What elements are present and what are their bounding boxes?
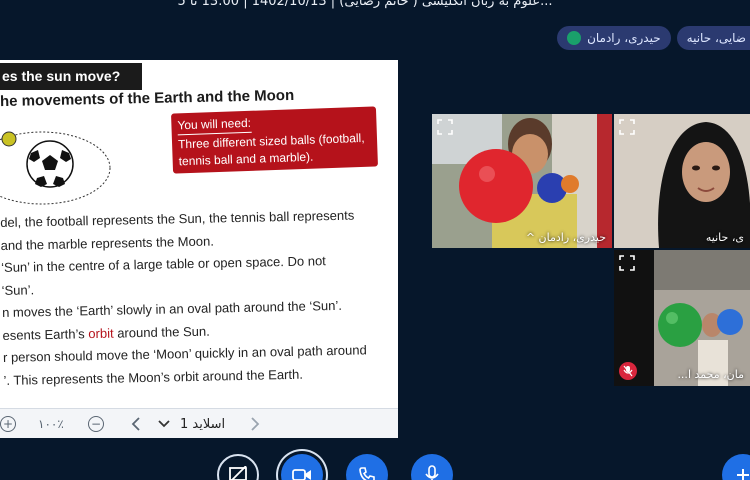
slide-toolbar: + ۱۰۰٪ − اسلاید 1 (0, 408, 398, 438)
screen-share-off-icon (229, 466, 247, 480)
zoom-level: ۱۰۰٪ (38, 417, 64, 431)
leave-call-button[interactable] (346, 454, 388, 480)
tennis-ball (1, 131, 17, 147)
slide-select-label: اسلاید 1 (180, 416, 226, 432)
add-button[interactable] (722, 454, 750, 480)
expand-icon[interactable] (618, 118, 636, 136)
meeting-title: علوم به زبان انگلیسی ( خانم رضایی) | 140… (177, 0, 553, 9)
materials-title: You will need: (177, 114, 252, 136)
video-tile-name: ی، حانیه (705, 231, 744, 244)
expand-icon[interactable] (436, 118, 454, 136)
participant-chip[interactable]: حیدری، رادمان (557, 26, 671, 50)
minus-icon: − (88, 416, 104, 432)
muted-indicator (619, 362, 637, 380)
expand-icon[interactable] (618, 254, 636, 272)
video-feed (432, 114, 612, 248)
screen-share-button[interactable] (217, 454, 259, 480)
microphone-icon (425, 465, 439, 480)
phone-icon (359, 467, 375, 480)
camera-icon (292, 469, 311, 480)
orbit-highlight: orbit (88, 325, 114, 341)
chevron-down-icon (158, 420, 170, 428)
microphone-button[interactable] (411, 454, 453, 480)
materials-body: Three different sized balls (football, t… (177, 130, 365, 169)
slide: es the sun move? he movements of the Ear… (0, 60, 398, 408)
zoom-in-button[interactable]: + (0, 409, 16, 438)
slide-body: del, the football represents the Sun, th… (0, 204, 384, 392)
participant-chip[interactable]: ضایی، حانیه (676, 26, 750, 50)
participant-chip-label: حیدری، رادمان (587, 31, 661, 45)
presentation-area: es the sun move? he movements of the Ear… (0, 60, 398, 438)
chevron-left-icon (131, 417, 140, 431)
slide-select[interactable]: اسلاید 1 (158, 409, 225, 438)
video-tile-student[interactable]: ^ حیدری، رادمان (432, 114, 612, 248)
camera-button[interactable] (281, 454, 323, 480)
presence-dot-icon (567, 31, 582, 45)
orbit-diagram (0, 131, 111, 205)
previous-slide-button[interactable] (131, 409, 141, 438)
video-tile-participant[interactable]: ...مان، محمد ا (614, 250, 750, 386)
slide-subtitle: he movements of the Earth and the Moon (0, 86, 295, 111)
zoom-out-button[interactable]: − (88, 409, 104, 438)
mic-off-icon (623, 365, 633, 377)
video-tile-name: ...مان، محمد ا (677, 368, 744, 381)
video-tile-name: ^ حیدری، رادمان (525, 231, 606, 244)
participant-chips: حیدری، رادمان ضایی، حانیه (557, 26, 750, 50)
materials-box: You will need: Three different sized bal… (171, 106, 378, 174)
plus-icon: + (0, 416, 16, 432)
next-slide-button[interactable] (250, 409, 260, 438)
participant-chip-label: ضایی، حانیه (686, 31, 746, 45)
video-tile-teacher[interactable]: ی، حانیه (614, 114, 750, 248)
plus-icon (737, 469, 749, 480)
chevron-right-icon (251, 417, 260, 431)
slide-heading: es the sun move? (0, 63, 142, 90)
